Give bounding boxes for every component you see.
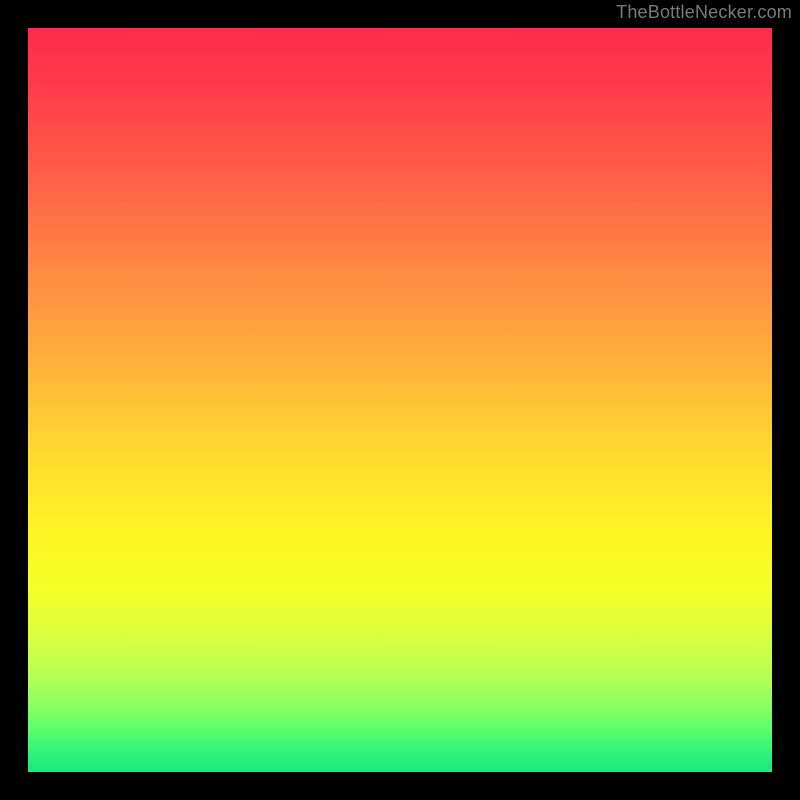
plot-area [28, 28, 772, 772]
watermark-label: TheBottleNecker.com [616, 2, 792, 23]
gradient-background [28, 28, 772, 772]
chart-frame: TheBottleNecker.com [0, 0, 800, 800]
